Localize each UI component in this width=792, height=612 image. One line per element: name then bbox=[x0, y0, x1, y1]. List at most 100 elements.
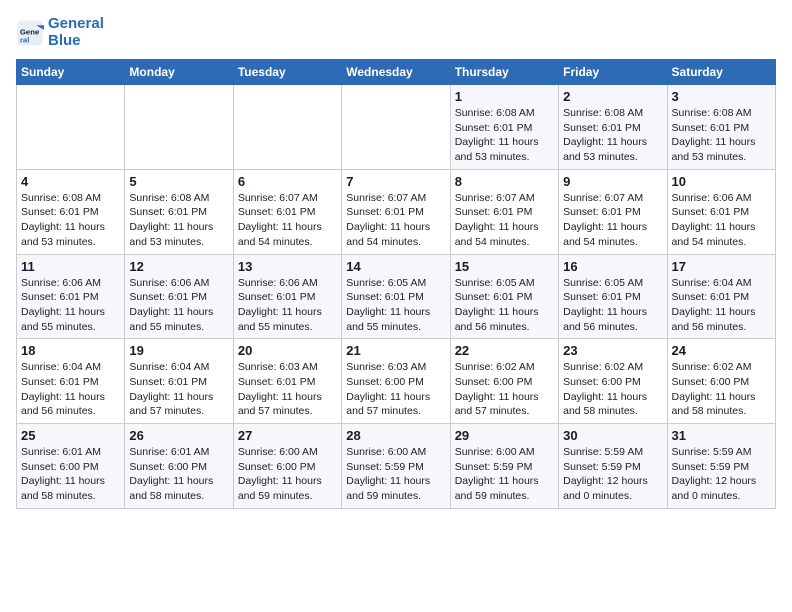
day-info: Sunrise: 6:05 AM Sunset: 6:01 PM Dayligh… bbox=[455, 276, 554, 335]
day-number: 18 bbox=[21, 343, 120, 358]
calendar-cell: 27 Sunrise: 6:00 AM Sunset: 6:00 PM Dayli… bbox=[233, 424, 341, 509]
day-info: Sunrise: 6:08 AM Sunset: 6:01 PM Dayligh… bbox=[455, 106, 554, 165]
day-info: Sunrise: 6:00 AM Sunset: 5:59 PM Dayligh… bbox=[346, 445, 445, 504]
day-info: Sunrise: 6:06 AM Sunset: 6:01 PM Dayligh… bbox=[672, 191, 771, 250]
svg-text:ral: ral bbox=[20, 35, 30, 44]
weekday-header-row: SundayMondayTuesdayWednesdayThursdayFrid… bbox=[17, 60, 776, 85]
weekday-header-tuesday: Tuesday bbox=[233, 60, 341, 85]
day-info: Sunrise: 6:08 AM Sunset: 6:01 PM Dayligh… bbox=[21, 191, 120, 250]
day-number: 28 bbox=[346, 428, 445, 443]
week-row-4: 18 Sunrise: 6:04 AM Sunset: 6:01 PM Dayli… bbox=[17, 339, 776, 424]
calendar-cell: 9Sunrise: 6:07 AM Sunset: 6:01 PM Daylig… bbox=[559, 169, 667, 254]
weekday-header-friday: Friday bbox=[559, 60, 667, 85]
calendar-cell: 22 Sunrise: 6:02 AM Sunset: 6:00 PM Dayli… bbox=[450, 339, 558, 424]
day-number: 21 bbox=[346, 343, 445, 358]
weekday-header-monday: Monday bbox=[125, 60, 233, 85]
day-number: 22 bbox=[455, 343, 554, 358]
calendar-cell: 28 Sunrise: 6:00 AM Sunset: 5:59 PM Dayli… bbox=[342, 424, 450, 509]
calendar-cell: 5Sunrise: 6:08 AM Sunset: 6:01 PM Daylig… bbox=[125, 169, 233, 254]
day-number: 17 bbox=[672, 259, 771, 274]
logo: Gene ral General Blue bbox=[16, 16, 104, 49]
page-header: Gene ral General Blue bbox=[16, 16, 776, 49]
day-number: 15 bbox=[455, 259, 554, 274]
calendar-cell: 29Sunrise: 6:00 AM Sunset: 5:59 PM Dayli… bbox=[450, 424, 558, 509]
calendar-cell: 13 Sunrise: 6:06 AM Sunset: 6:01 PM Dayli… bbox=[233, 254, 341, 339]
day-info: Sunrise: 6:00 AM Sunset: 6:00 PM Dayligh… bbox=[238, 445, 337, 504]
day-number: 31 bbox=[672, 428, 771, 443]
day-number: 19 bbox=[129, 343, 228, 358]
day-info: Sunrise: 6:02 AM Sunset: 6:00 PM Dayligh… bbox=[563, 360, 662, 419]
calendar-cell: 25 Sunrise: 6:01 AM Sunset: 6:00 PM Dayli… bbox=[17, 424, 125, 509]
calendar-cell: 6 Sunrise: 6:07 AM Sunset: 6:01 PM Daylig… bbox=[233, 169, 341, 254]
week-row-2: 4 Sunrise: 6:08 AM Sunset: 6:01 PM Daylig… bbox=[17, 169, 776, 254]
day-number: 3 bbox=[672, 89, 771, 104]
day-number: 9 bbox=[563, 174, 662, 189]
day-info: Sunrise: 5:59 AM Sunset: 5:59 PM Dayligh… bbox=[563, 445, 662, 504]
day-info: Sunrise: 6:01 AM Sunset: 6:00 PM Dayligh… bbox=[129, 445, 228, 504]
day-number: 13 bbox=[238, 259, 337, 274]
day-info: Sunrise: 6:06 AM Sunset: 6:01 PM Dayligh… bbox=[238, 276, 337, 335]
week-row-5: 25 Sunrise: 6:01 AM Sunset: 6:00 PM Dayli… bbox=[17, 424, 776, 509]
calendar-cell: 14Sunrise: 6:05 AM Sunset: 6:01 PM Dayli… bbox=[342, 254, 450, 339]
weekday-header-saturday: Saturday bbox=[667, 60, 775, 85]
day-number: 27 bbox=[238, 428, 337, 443]
day-number: 7 bbox=[346, 174, 445, 189]
calendar-cell: 1 Sunrise: 6:08 AM Sunset: 6:01 PM Daylig… bbox=[450, 85, 558, 170]
day-info: Sunrise: 6:08 AM Sunset: 6:01 PM Dayligh… bbox=[563, 106, 662, 165]
day-info: Sunrise: 6:07 AM Sunset: 6:01 PM Dayligh… bbox=[346, 191, 445, 250]
day-number: 1 bbox=[455, 89, 554, 104]
day-info: Sunrise: 6:05 AM Sunset: 6:01 PM Dayligh… bbox=[346, 276, 445, 335]
day-info: Sunrise: 6:01 AM Sunset: 6:00 PM Dayligh… bbox=[21, 445, 120, 504]
day-number: 25 bbox=[21, 428, 120, 443]
day-info: Sunrise: 6:07 AM Sunset: 6:01 PM Dayligh… bbox=[238, 191, 337, 250]
logo-icon: Gene ral bbox=[16, 19, 44, 47]
day-number: 26 bbox=[129, 428, 228, 443]
logo-line2: Blue bbox=[48, 33, 104, 50]
day-info: Sunrise: 6:05 AM Sunset: 6:01 PM Dayligh… bbox=[563, 276, 662, 335]
day-number: 4 bbox=[21, 174, 120, 189]
day-number: 16 bbox=[563, 259, 662, 274]
calendar-cell bbox=[342, 85, 450, 170]
calendar-cell: 30 Sunrise: 5:59 AM Sunset: 5:59 PM Dayli… bbox=[559, 424, 667, 509]
day-info: Sunrise: 6:02 AM Sunset: 6:00 PM Dayligh… bbox=[672, 360, 771, 419]
calendar-cell: 8 Sunrise: 6:07 AM Sunset: 6:01 PM Daylig… bbox=[450, 169, 558, 254]
calendar-cell: 10 Sunrise: 6:06 AM Sunset: 6:01 PM Dayli… bbox=[667, 169, 775, 254]
day-info: Sunrise: 6:02 AM Sunset: 6:00 PM Dayligh… bbox=[455, 360, 554, 419]
calendar-table: SundayMondayTuesdayWednesdayThursdayFrid… bbox=[16, 59, 776, 509]
calendar-cell: 24Sunrise: 6:02 AM Sunset: 6:00 PM Dayli… bbox=[667, 339, 775, 424]
calendar-cell: 7 Sunrise: 6:07 AM Sunset: 6:01 PM Daylig… bbox=[342, 169, 450, 254]
weekday-header-wednesday: Wednesday bbox=[342, 60, 450, 85]
day-number: 5 bbox=[129, 174, 228, 189]
calendar-cell: 3 Sunrise: 6:08 AM Sunset: 6:01 PM Daylig… bbox=[667, 85, 775, 170]
calendar-cell: 19 Sunrise: 6:04 AM Sunset: 6:01 PM Dayli… bbox=[125, 339, 233, 424]
logo-line1: General bbox=[48, 16, 104, 33]
day-info: Sunrise: 6:03 AM Sunset: 6:00 PM Dayligh… bbox=[346, 360, 445, 419]
day-info: Sunrise: 6:04 AM Sunset: 6:01 PM Dayligh… bbox=[21, 360, 120, 419]
day-info: Sunrise: 5:59 AM Sunset: 5:59 PM Dayligh… bbox=[672, 445, 771, 504]
day-number: 6 bbox=[238, 174, 337, 189]
calendar-cell: 31 Sunrise: 5:59 AM Sunset: 5:59 PM Dayli… bbox=[667, 424, 775, 509]
day-info: Sunrise: 6:00 AM Sunset: 5:59 PM Dayligh… bbox=[455, 445, 554, 504]
calendar-cell: 16 Sunrise: 6:05 AM Sunset: 6:01 PM Dayli… bbox=[559, 254, 667, 339]
day-info: Sunrise: 6:04 AM Sunset: 6:01 PM Dayligh… bbox=[672, 276, 771, 335]
day-info: Sunrise: 6:06 AM Sunset: 6:01 PM Dayligh… bbox=[129, 276, 228, 335]
weekday-header-sunday: Sunday bbox=[17, 60, 125, 85]
day-info: Sunrise: 6:03 AM Sunset: 6:01 PM Dayligh… bbox=[238, 360, 337, 419]
calendar-cell: 12Sunrise: 6:06 AM Sunset: 6:01 PM Dayli… bbox=[125, 254, 233, 339]
calendar-cell: 17 Sunrise: 6:04 AM Sunset: 6:01 PM Dayli… bbox=[667, 254, 775, 339]
day-info: Sunrise: 6:08 AM Sunset: 6:01 PM Dayligh… bbox=[672, 106, 771, 165]
day-info: Sunrise: 6:07 AM Sunset: 6:01 PM Dayligh… bbox=[455, 191, 554, 250]
calendar-cell bbox=[125, 85, 233, 170]
weekday-header-thursday: Thursday bbox=[450, 60, 558, 85]
calendar-cell: 18 Sunrise: 6:04 AM Sunset: 6:01 PM Dayli… bbox=[17, 339, 125, 424]
day-number: 23 bbox=[563, 343, 662, 358]
day-number: 10 bbox=[672, 174, 771, 189]
day-number: 8 bbox=[455, 174, 554, 189]
day-number: 30 bbox=[563, 428, 662, 443]
day-info: Sunrise: 6:06 AM Sunset: 6:01 PM Dayligh… bbox=[21, 276, 120, 335]
calendar-cell: 26 Sunrise: 6:01 AM Sunset: 6:00 PM Dayli… bbox=[125, 424, 233, 509]
calendar-cell bbox=[17, 85, 125, 170]
day-info: Sunrise: 6:04 AM Sunset: 6:01 PM Dayligh… bbox=[129, 360, 228, 419]
calendar-cell: 11Sunrise: 6:06 AM Sunset: 6:01 PM Dayli… bbox=[17, 254, 125, 339]
calendar-cell: 2Sunrise: 6:08 AM Sunset: 6:01 PM Daylig… bbox=[559, 85, 667, 170]
